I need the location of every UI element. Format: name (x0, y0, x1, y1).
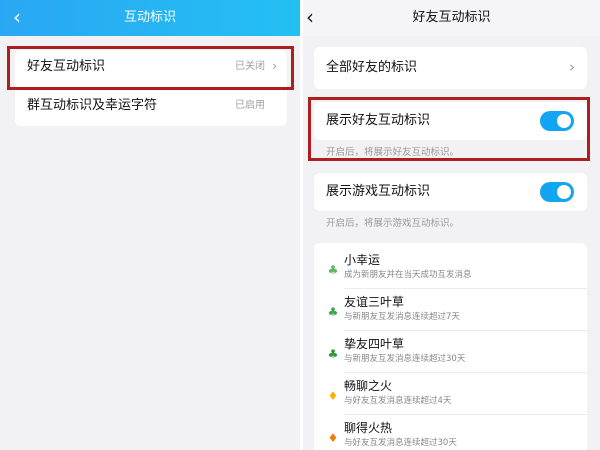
badge-name: 畅聊之火 (344, 379, 393, 393)
badge-name: 挚友四叶草 (344, 337, 405, 351)
interaction-badges-screen: ‹ 互动标识 好友互动标识 已关闭 › 群互动标识及幸运字符 已启用 (0, 0, 300, 450)
badge-name: 小幸运 (344, 253, 381, 267)
badge-description: 与好友互发消息连续超过30天 (344, 438, 457, 448)
list-item[interactable]: ♦ 畅聊之火 与好友互发消息连续超过4天 (325, 373, 587, 415)
badge-description: 与新朋友互发消息连续超过7天 (344, 312, 460, 322)
right-header: ‹ 好友互动标识 (303, 0, 600, 36)
friend-badges-screen: ‹ 好友互动标识 全部好友的标识 › 展示好友互动标识 开启后，将展示好友互动标… (303, 0, 600, 450)
all-friends-badges-label: 全部好友的标识 (326, 60, 418, 75)
show-game-badges-toggle[interactable] (540, 182, 574, 202)
toggle-knob (557, 185, 571, 199)
badges-list: ♣ 小幸运 成为新朋友并在当天成功互发消息 ♣ 友谊三叶草 与新朋友互发消息连续… (314, 243, 587, 450)
list-item[interactable]: ♣ 小幸运 成为新朋友并在当天成功互发消息 (325, 247, 587, 289)
show-game-badges-row: 展示游戏互动标识 (314, 173, 587, 211)
group-badges-row[interactable]: 群互动标识及幸运字符 已启用 (15, 92, 287, 126)
group-badges-label: 群互动标识及幸运字符 (27, 98, 158, 113)
show-game-badges-label: 展示游戏互动标识 (326, 184, 431, 199)
highlight-box (308, 97, 590, 161)
badge-name: 聊得火热 (344, 421, 393, 435)
left-header: ‹ 互动标识 (0, 0, 300, 36)
chevron-right-icon: › (569, 58, 575, 76)
four-leaf-clover-icon: ♣ (327, 347, 339, 361)
flame-icon: ♦ (327, 389, 339, 403)
badge-name: 友谊三叶草 (344, 295, 405, 309)
sprout-icon: ♣ (327, 263, 339, 277)
group-badges-status: 已启用 (235, 100, 265, 111)
right-page-title: 好友互动标识 (412, 10, 491, 25)
list-item[interactable]: ♣ 挚友四叶草 与新朋友互发消息连续超过30天 (325, 331, 587, 373)
badge-description: 与好友互发消息连续超过4天 (344, 396, 452, 406)
highlight-box (7, 46, 294, 90)
badge-description: 成为新朋友并在当天成功互发消息 (344, 270, 472, 280)
badge-description: 与新朋友互发消息连续超过30天 (344, 354, 466, 364)
three-leaf-clover-icon: ♣ (327, 305, 339, 319)
all-friends-badges-row[interactable]: 全部好友的标识 › (314, 47, 587, 89)
left-page-title: 互动标识 (123, 10, 176, 25)
flame-icon: ♦ (327, 431, 339, 445)
list-item[interactable]: ♦ 聊得火热 与好友互发消息连续超过30天 (325, 415, 587, 450)
list-item[interactable]: ♣ 友谊三叶草 与新朋友互发消息连续超过7天 (325, 289, 587, 331)
show-game-badges-hint: 开启后，将展示游戏互动标识。 (326, 218, 460, 229)
